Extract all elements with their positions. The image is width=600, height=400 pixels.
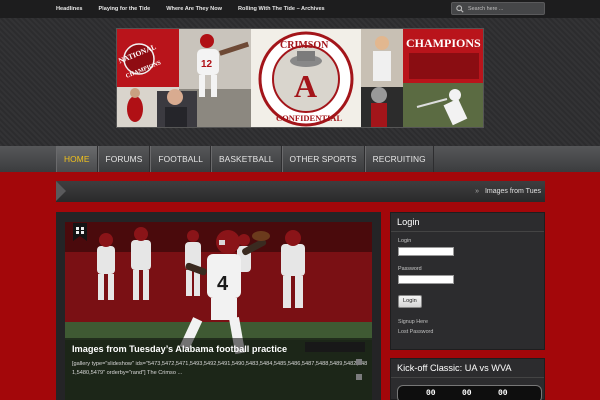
- username-field[interactable]: [398, 247, 454, 256]
- nav-home[interactable]: HOME: [56, 146, 98, 172]
- nav-football[interactable]: FOOTBALL: [150, 146, 211, 172]
- svg-text:12: 12: [201, 59, 213, 70]
- topnav-link-playing-for-the-tide[interactable]: Playing for the Tide: [98, 0, 150, 18]
- breadcrumb-bar: » Images from Tues: [56, 181, 545, 202]
- svg-text:4: 4: [217, 273, 229, 295]
- nav-other-sports[interactable]: OTHER SPORTS: [281, 146, 365, 172]
- featured-excerpt: [gallery type="slideshow" ids="5473,5472…: [72, 361, 368, 377]
- slider-prev-icon[interactable]: [356, 359, 362, 365]
- gallery-badge-icon: [73, 223, 87, 241]
- password-field[interactable]: [398, 275, 454, 284]
- countdown-days: 00: [426, 389, 436, 398]
- countdown-minutes: 00: [498, 389, 508, 398]
- login-button[interactable]: Login: [398, 295, 422, 308]
- slider-next-icon[interactable]: [356, 374, 362, 380]
- main-nav: HOME FORUMS FOOTBALL BASKETBALL OTHER SP…: [56, 146, 434, 172]
- nav-forums[interactable]: FORUMS: [97, 146, 151, 172]
- breadcrumb-separator: »: [475, 188, 479, 195]
- username-label: Login: [398, 238, 412, 244]
- countdown-clock: 00 00 00: [397, 385, 542, 400]
- search-input[interactable]: [468, 5, 540, 12]
- nav-recruiting[interactable]: RECRUITING: [364, 146, 434, 172]
- svg-text:CRIMSON: CRIMSON: [280, 40, 329, 51]
- login-title: Login: [391, 213, 544, 232]
- ticker-arrow-icon: [56, 181, 66, 201]
- topnav-link-archives[interactable]: Rolling With The Tide – Archives: [238, 0, 325, 18]
- svg-text:CONFIDENTIAL: CONFIDENTIAL: [276, 113, 342, 123]
- nav-basketball[interactable]: BASKETBALL: [210, 146, 282, 172]
- countdown-hours: 00: [462, 389, 472, 398]
- search-icon[interactable]: [456, 4, 464, 13]
- top-nav: Headlines Playing for the Tide Where Are…: [56, 0, 325, 18]
- svg-text:A: A: [294, 68, 317, 104]
- topnav-link-where-are-they-now[interactable]: Where Are They Now: [166, 0, 222, 18]
- banner-collage: NATIONAL CHAMPIONS 12 CRIMSON CONFIDENTI…: [117, 29, 483, 127]
- password-label: Password: [398, 266, 422, 272]
- login-widget: Login Login Password Login Signup Here L…: [390, 212, 545, 350]
- featured-slider[interactable]: 4 Images from Tuesday’s Alabama football…: [56, 212, 381, 400]
- site-banner[interactable]: NATIONAL CHAMPIONS 12 CRIMSON CONFIDENTI…: [116, 28, 484, 128]
- breadcrumb: » Images from Tues: [475, 181, 541, 202]
- breadcrumb-current[interactable]: Images from Tues: [485, 188, 541, 195]
- kickoff-widget: Kick-off Classic: UA vs WVA 00 00 00: [390, 358, 545, 400]
- lost-password-link[interactable]: Lost Password: [398, 329, 433, 335]
- featured-caption: Images from Tuesday’s Alabama football p…: [65, 338, 372, 400]
- topnav-link-headlines[interactable]: Headlines: [56, 0, 82, 18]
- svg-text:CHAMPIONS: CHAMPIONS: [406, 36, 481, 50]
- search-box[interactable]: [451, 2, 545, 15]
- featured-title[interactable]: Images from Tuesday’s Alabama football p…: [72, 344, 287, 354]
- signup-link[interactable]: Signup Here: [398, 319, 428, 325]
- kickoff-title: Kick-off Classic: UA vs WVA: [391, 359, 544, 378]
